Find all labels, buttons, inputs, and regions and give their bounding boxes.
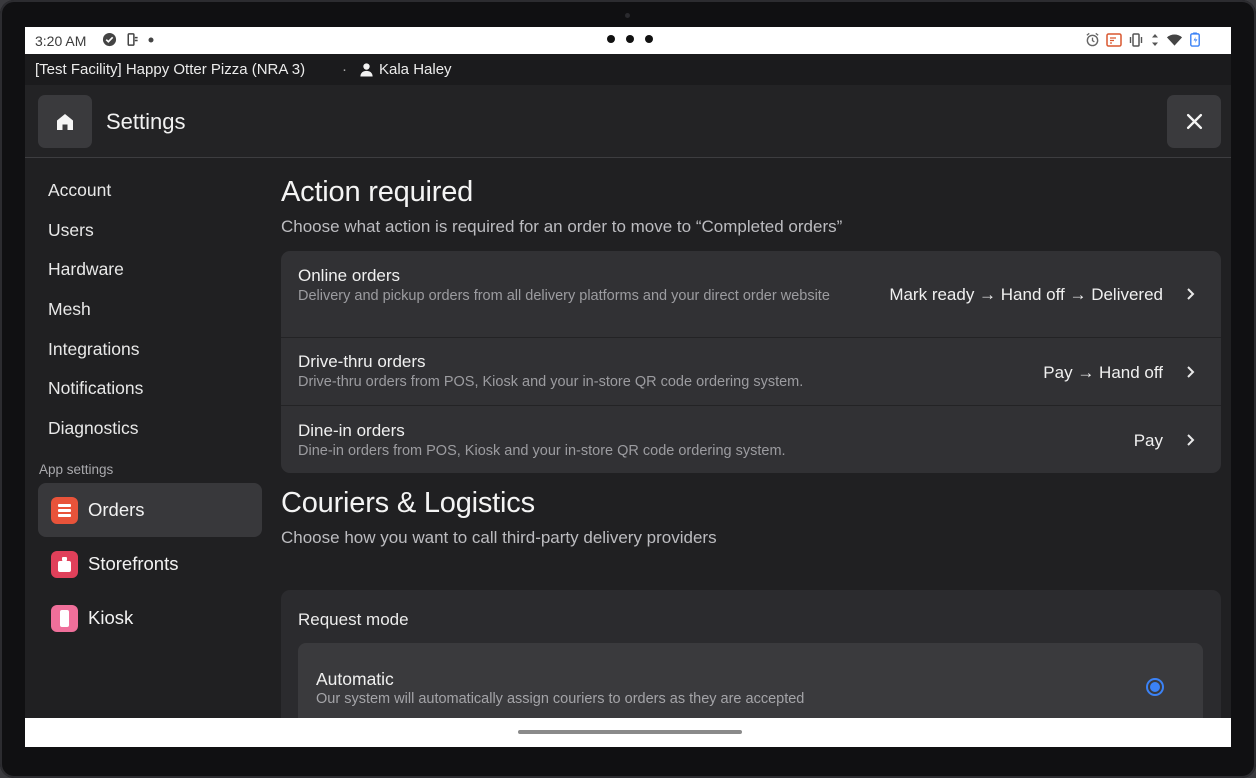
automatic-radio[interactable] xyxy=(1146,678,1164,696)
vibrate-icon xyxy=(1129,32,1143,47)
navigation-bar xyxy=(25,718,1231,747)
front-camera xyxy=(625,13,630,18)
drive-thru-orders-row[interactable]: Drive-thru orders Drive-thru orders from… xyxy=(281,337,1221,406)
sidebar-item-hardware[interactable]: Hardware xyxy=(48,259,124,280)
settings-content: Action required Choose what action is re… xyxy=(281,158,1221,747)
sidebar-app-orders[interactable]: Orders xyxy=(38,483,262,537)
chevron-right-icon xyxy=(1187,366,1195,378)
dine-in-orders-row[interactable]: Dine-in orders Dine-in orders from POS, … xyxy=(281,405,1221,474)
current-user: Kala Haley xyxy=(359,61,452,78)
online-orders-title: Online orders xyxy=(298,266,401,285)
action-required-card: Online orders Delivery and pickup orders… xyxy=(281,251,1221,473)
check-circle-icon xyxy=(102,32,117,47)
device-frame: 3:20 AM [Test Facility] Happy Otter Pizz… xyxy=(0,0,1256,778)
dine-in-orders-description: Dine-in orders from POS, Kiosk and your … xyxy=(298,443,786,459)
facility-name: [Test Facility] Happy Otter Pizza (NRA 3… xyxy=(35,61,306,78)
cast-icon xyxy=(1106,32,1122,47)
sidebar-item-integrations[interactable]: Integrations xyxy=(48,339,139,360)
couriers-subtitle: Choose how you want to call third-party … xyxy=(281,528,717,547)
status-right-icons xyxy=(1085,32,1201,47)
settings-header: Settings xyxy=(25,85,1231,158)
wifi-icon xyxy=(1166,34,1183,46)
action-required-title: Action required xyxy=(281,176,474,208)
user-name: Kala Haley xyxy=(379,61,452,78)
dine-in-orders-title: Dine-in orders xyxy=(298,421,405,440)
sidebar-item-users[interactable]: Users xyxy=(48,220,94,241)
storefronts-label: Storefronts xyxy=(88,553,179,574)
user-icon xyxy=(360,63,373,77)
screen: 3:20 AM [Test Facility] Happy Otter Pizz… xyxy=(25,27,1231,747)
online-orders-value: Mark ready → Hand off → Delivered xyxy=(889,285,1163,304)
status-bar: 3:20 AM xyxy=(25,27,1231,54)
orders-icon xyxy=(51,496,78,524)
sidebar-app-storefronts[interactable]: Storefronts xyxy=(38,537,262,591)
settings-sidebar: Account Users Hardware Mesh Integrations… xyxy=(25,158,275,718)
dine-in-orders-value: Pay xyxy=(1133,431,1163,450)
alarm-icon xyxy=(1086,32,1099,47)
home-indicator[interactable] xyxy=(518,730,742,734)
facility-separator: · xyxy=(342,61,347,78)
page-title: Settings xyxy=(106,109,186,134)
dot-icon xyxy=(148,37,154,42)
chevron-right-icon xyxy=(1187,288,1195,300)
couriers-title: Couriers & Logistics xyxy=(281,487,535,519)
sidebar-item-account[interactable]: Account xyxy=(48,180,111,201)
sidebar-app-kiosk[interactable]: Kiosk xyxy=(38,591,262,645)
facility-bar: [Test Facility] Happy Otter Pizza (NRA 3… xyxy=(25,54,1231,85)
automatic-option-title: Automatic xyxy=(316,669,394,689)
status-time: 3:20 AM xyxy=(35,33,87,49)
battery-charging-icon xyxy=(1190,32,1200,47)
online-orders-row[interactable]: Online orders Delivery and pickup orders… xyxy=(281,251,1221,337)
action-required-subtitle: Choose what action is required for an or… xyxy=(281,217,843,236)
online-orders-description: Delivery and pickup orders from all deli… xyxy=(298,288,830,304)
kiosk-label: Kiosk xyxy=(88,607,134,628)
usb-icon xyxy=(127,33,138,46)
data-arrows-icon xyxy=(1152,33,1158,46)
close-icon xyxy=(1186,113,1202,130)
multitask-dots[interactable] xyxy=(607,35,653,43)
sidebar-item-diagnostics[interactable]: Diagnostics xyxy=(48,418,138,439)
automatic-option-description: Our system will automatically assign cou… xyxy=(316,691,805,707)
close-button[interactable] xyxy=(1167,95,1221,148)
app-settings-label: App settings xyxy=(39,462,114,477)
sidebar-item-notifications[interactable]: Notifications xyxy=(48,378,143,399)
home-icon xyxy=(57,113,73,130)
chevron-right-icon xyxy=(1187,434,1195,446)
sidebar-item-mesh[interactable]: Mesh xyxy=(48,299,91,320)
request-mode-label: Request mode xyxy=(298,610,409,629)
status-left-icons xyxy=(102,32,155,47)
drive-thru-orders-description: Drive-thru orders from POS, Kiosk and yo… xyxy=(298,374,804,390)
storefronts-icon xyxy=(51,550,78,578)
drive-thru-orders-title: Drive-thru orders xyxy=(298,352,426,371)
kiosk-icon xyxy=(51,604,78,632)
orders-label: Orders xyxy=(88,499,145,520)
drive-thru-orders-value: Pay → Hand off xyxy=(1043,363,1163,382)
home-button[interactable] xyxy=(38,95,92,148)
